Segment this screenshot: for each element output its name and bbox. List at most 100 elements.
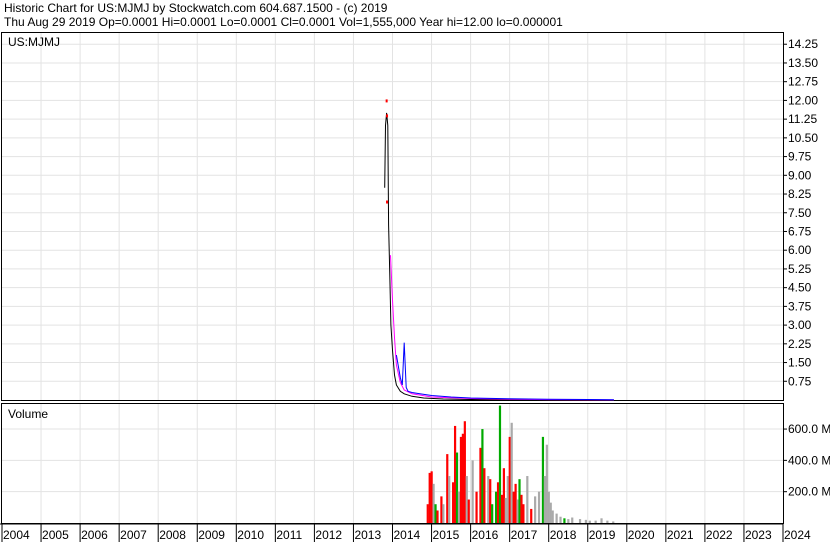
- x-tick-label: 2021: [667, 528, 694, 542]
- x-tick-label: 2019: [589, 528, 616, 542]
- volume-bars: [426, 405, 615, 523]
- volume-bar: [442, 504, 445, 523]
- x-tick-label: 2020: [628, 528, 655, 542]
- price-tick-label: 5.25: [788, 262, 812, 276]
- volume-bar: [600, 518, 603, 523]
- volume-bar: [479, 447, 482, 523]
- price-series: [384, 99, 614, 401]
- volume-bar: [475, 491, 478, 523]
- volume-bar: [512, 491, 515, 523]
- x-tick-label: 2017: [511, 528, 538, 542]
- x-tick-label: 2023: [745, 528, 772, 542]
- x-tick-label: 2015: [433, 528, 460, 542]
- volume-bar: [547, 491, 550, 523]
- volume-bar: [440, 496, 443, 523]
- volume-bar: [428, 472, 431, 523]
- volume-bar: [584, 519, 587, 523]
- price-tick-label: 9.75: [788, 150, 812, 164]
- volume-bar: [571, 517, 574, 523]
- volume-bar: [530, 508, 533, 523]
- price-tick-label: 12.00: [788, 93, 818, 107]
- x-tick-label: 2004: [3, 528, 30, 542]
- volume-bar: [549, 502, 552, 523]
- volume-bar: [459, 436, 463, 523]
- volume-bar: [606, 520, 609, 523]
- volume-bar: [518, 479, 521, 523]
- volume-bar: [514, 483, 517, 523]
- price-highlight-point: [386, 114, 389, 118]
- volume-bar: [537, 491, 541, 523]
- price-tick-label: 6.00: [788, 243, 812, 257]
- historic-chart: US:MJMJ Volume 14.25 13.50 12.75 12.00 11.25…: [0, 32, 830, 542]
- price-highlight-point: [386, 200, 389, 204]
- price-tick-label: 12.75: [788, 75, 818, 89]
- volume-bar: [516, 499, 519, 523]
- volume-bar: [545, 444, 548, 523]
- price-tick-label: 9.00: [788, 168, 812, 182]
- price-tick-label: 3.00: [788, 318, 812, 332]
- volume-axis-ticks: 600.0 M 400.0 M 200.0 M: [783, 422, 830, 499]
- volume-bar: [465, 476, 468, 523]
- price-tick-label: 4.50: [788, 281, 812, 295]
- volume-bar: [463, 421, 466, 523]
- volume-label: Volume: [8, 407, 48, 421]
- volume-tick-label: 200.0 M: [788, 485, 830, 499]
- x-tick-label: 2013: [354, 528, 381, 542]
- x-tick-label: 2012: [315, 528, 342, 542]
- volume-tick-label: 400.0 M: [788, 453, 830, 467]
- x-tick-label: 2005: [42, 528, 69, 542]
- x-tick-label: 2006: [81, 528, 108, 542]
- price-tick-label: 3.75: [788, 299, 812, 313]
- price-highlight-point: [385, 99, 388, 103]
- volume-bar: [448, 476, 451, 523]
- x-tick-label: 2009: [198, 528, 225, 542]
- x-tick-label: 2016: [472, 528, 499, 542]
- price-tick-label: 6.75: [788, 224, 812, 238]
- volume-bar: [489, 479, 492, 523]
- volume-bar: [526, 476, 529, 523]
- volume-bar: [446, 454, 449, 523]
- price-tick-label: 0.75: [788, 374, 812, 388]
- volume-bar: [555, 513, 558, 523]
- volume-bar: [491, 504, 494, 523]
- symbol-label: US:MJMJ: [8, 35, 60, 49]
- x-tick-label: 2007: [120, 528, 147, 542]
- x-axis-ticks: 2004 2005 2006 2007 2008 2009 2010 2011 2012 2013…: [0, 523, 811, 542]
- volume-bar: [504, 497, 507, 523]
- x-tick-label: 2014: [394, 528, 421, 542]
- volume-bar: [461, 433, 464, 523]
- price-series-line: [395, 342, 614, 401]
- volume-bar: [508, 436, 511, 523]
- volume-bar: [502, 468, 505, 523]
- price-tick-label: 13.50: [788, 56, 818, 70]
- volume-bar: [541, 436, 545, 523]
- price-tick-label: 11.25: [788, 112, 817, 126]
- volume-bar: [481, 429, 484, 523]
- volume-bar: [578, 519, 582, 523]
- volume-bar: [559, 516, 562, 523]
- volume-bar: [520, 494, 523, 523]
- volume-bar: [551, 510, 554, 523]
- volume-bar: [455, 452, 459, 523]
- x-tick-label: 2008: [159, 528, 186, 542]
- price-tick-label: 7.50: [788, 206, 812, 220]
- volume-bar: [487, 476, 490, 523]
- volume-bar: [426, 504, 429, 523]
- price-tick-label: 10.50: [788, 131, 818, 145]
- volume-bar: [430, 471, 433, 523]
- volume-bar: [467, 499, 470, 523]
- price-tick-label: 2.25: [788, 337, 812, 351]
- volume-grid: [2, 404, 783, 523]
- volume-bar: [432, 483, 435, 523]
- volume-bar: [522, 504, 525, 523]
- x-tick-label: 2018: [550, 528, 577, 542]
- volume-bar: [510, 422, 513, 523]
- volume-bar: [453, 425, 457, 523]
- volume-tick-label: 600.0 M: [788, 422, 830, 436]
- volume-bar: [594, 520, 597, 523]
- volume-bar: [498, 405, 502, 523]
- x-tick-label: 2024: [784, 528, 811, 542]
- volume-bar: [500, 494, 504, 523]
- price-tick-label: 8.25: [788, 187, 812, 201]
- x-tick-label: 2011: [276, 528, 302, 542]
